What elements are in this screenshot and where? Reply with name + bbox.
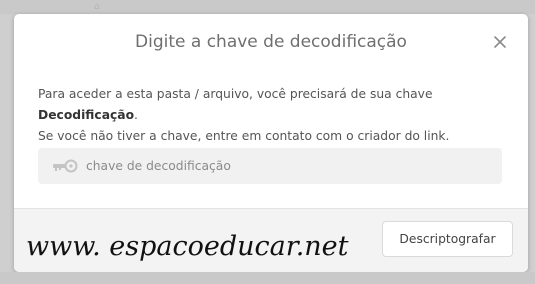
dialog-title: Digite a chave de decodificação <box>135 32 407 52</box>
description-bold-term: Decodificação <box>38 108 135 122</box>
backdrop-bottom <box>0 272 535 284</box>
description-text: Para aceder a esta pasta / arquivo, você… <box>38 87 433 101</box>
key-icon <box>53 159 78 173</box>
backdrop-glyph: ⌂ <box>94 2 100 12</box>
backdrop-top: ⌂ <box>0 0 535 14</box>
decryption-key-field[interactable] <box>38 148 502 184</box>
description-period: . <box>134 108 138 122</box>
description-line-2: Se você não tiver a chave, entre em cont… <box>38 129 450 143</box>
watermark-text: www. espacoeducar.net <box>26 231 349 262</box>
close-button[interactable] <box>492 34 508 50</box>
decrypt-button[interactable]: Descriptografar <box>382 221 513 257</box>
decryption-key-dialog: Digite a chave de decodificação Para ace… <box>14 14 528 272</box>
watermark-logo: www. espacoeducar.net <box>26 231 349 262</box>
decryption-key-input[interactable] <box>86 148 490 184</box>
dialog-footer: www. espacoeducar.net Descriptografar <box>14 208 528 272</box>
close-icon <box>494 36 506 48</box>
dialog-description: Para aceder a esta pasta / arquivo, você… <box>38 84 514 147</box>
